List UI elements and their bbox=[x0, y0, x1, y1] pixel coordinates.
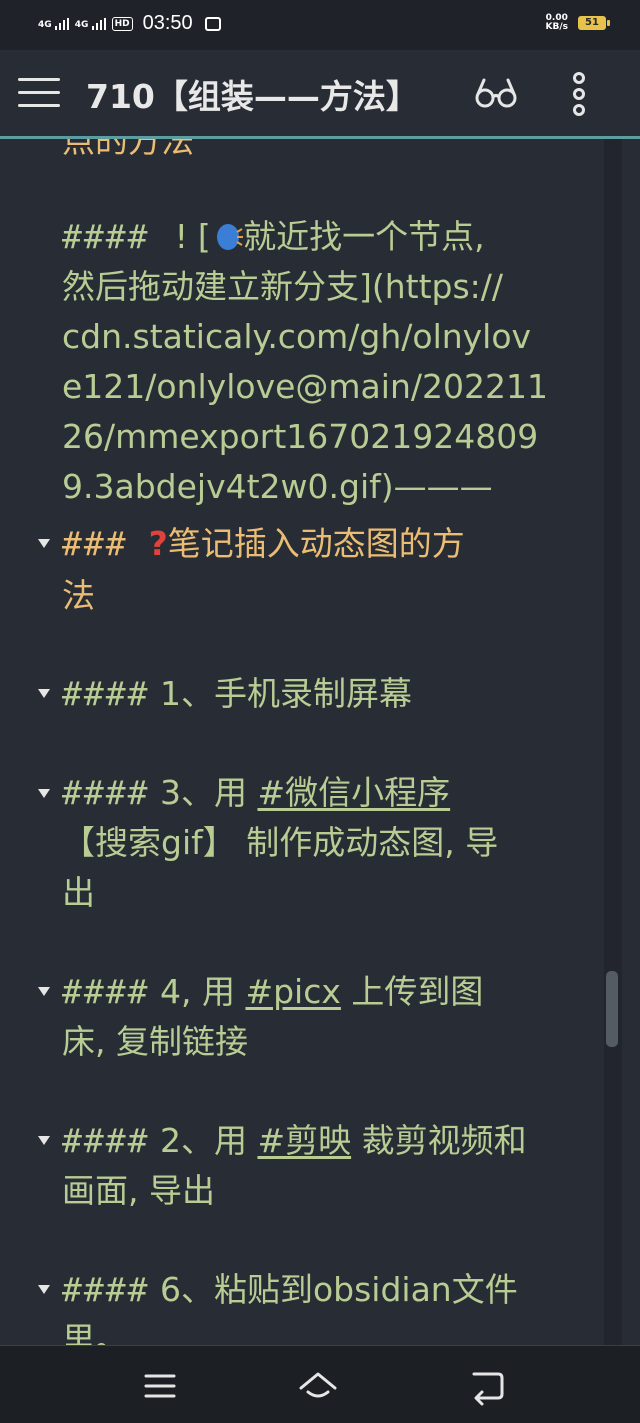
list-item: #### 2、用 #剪映 裁剪视频和 bbox=[62, 1121, 527, 1160]
glasses-icon[interactable] bbox=[474, 76, 518, 110]
list-item: #### 6、粘贴到obsidian文件 bbox=[62, 1270, 518, 1309]
page-title: 710【组装——方法】 bbox=[86, 77, 419, 116]
h4-link-line-1[interactable]: #### ![就近找一个节点, bbox=[62, 217, 485, 257]
message-notification-icon bbox=[204, 16, 221, 31]
list-item: #### 1、手机录制屏幕 bbox=[62, 674, 412, 713]
h3-heading-line-2: 法 bbox=[62, 576, 95, 615]
cut-off-heading-text: 点的方法 bbox=[62, 139, 194, 160]
h4-link-line-6[interactable]: 9.3abdejv4t2w0.gif)——— bbox=[62, 467, 493, 507]
home-icon[interactable] bbox=[298, 1366, 338, 1406]
scrollbar[interactable] bbox=[604, 139, 622, 1345]
h4-link-line-3[interactable]: cdn.staticaly.com/gh/olnylov bbox=[62, 317, 531, 357]
tag-link[interactable]: #picx bbox=[245, 972, 340, 1011]
question-icon: ? bbox=[148, 524, 168, 563]
collapse-caret-icon[interactable] bbox=[38, 789, 50, 798]
h4-link-line-5[interactable]: 26/mmexport167021924809 bbox=[62, 417, 538, 457]
list-item-line-2: 床, 复制链接 bbox=[62, 1022, 248, 1061]
list-item-line-3: 出 bbox=[62, 873, 95, 912]
collapse-caret-icon[interactable] bbox=[38, 1285, 50, 1294]
h3-heading-line-1: ### ?笔记插入动态图的方 bbox=[62, 524, 465, 563]
hamburger-icon[interactable] bbox=[18, 78, 60, 108]
hd-badge: HD bbox=[111, 16, 133, 31]
system-nav-bar bbox=[0, 1345, 640, 1423]
collapse-caret-icon[interactable] bbox=[38, 689, 50, 698]
signal-1-icon: 4G bbox=[38, 17, 69, 30]
list-item-line-2: 里。 bbox=[62, 1320, 128, 1345]
collapse-caret-icon[interactable] bbox=[38, 987, 50, 996]
recent-apps-icon[interactable] bbox=[140, 1366, 180, 1406]
list-item: #### 3、用 #微信小程序 bbox=[62, 773, 451, 812]
status-bar: 4G 4G HD 03:50 0.00 KB/s 51 bbox=[0, 0, 640, 50]
tag-link[interactable]: #剪映 bbox=[257, 1121, 351, 1160]
tag-link[interactable]: #微信小程序 bbox=[257, 773, 450, 812]
collapse-caret-icon[interactable] bbox=[38, 1136, 50, 1145]
list-item-line-2: 【搜索gif】 制作成动态图, 导 bbox=[62, 823, 499, 862]
back-icon[interactable] bbox=[468, 1366, 508, 1406]
speaking-head-icon bbox=[217, 224, 244, 250]
battery-icon: 51 bbox=[578, 16, 610, 30]
signal-2-icon: 4G bbox=[75, 17, 106, 30]
h4-link-line-4[interactable]: e121/onlylove@main/202211 bbox=[62, 367, 548, 407]
list-item-line-2: 画面, 导出 bbox=[62, 1171, 215, 1210]
clock: 03:50 bbox=[142, 12, 193, 34]
network-speed: 0.00 KB/s bbox=[545, 13, 568, 32]
collapse-caret-icon[interactable] bbox=[38, 539, 50, 548]
scroll-thumb[interactable] bbox=[606, 971, 618, 1047]
list-item: #### 4, 用 #picx 上传到图 bbox=[62, 972, 484, 1011]
h4-link-line-2[interactable]: 然后拖动建立新分支](https:// bbox=[62, 267, 503, 307]
app-header: 710【组装——方法】 bbox=[0, 50, 640, 139]
note-content[interactable]: 点的方法 #### ![就近找一个节点, 然后拖动建立新分支](https://… bbox=[0, 139, 640, 1345]
more-vertical-icon[interactable] bbox=[568, 72, 590, 116]
